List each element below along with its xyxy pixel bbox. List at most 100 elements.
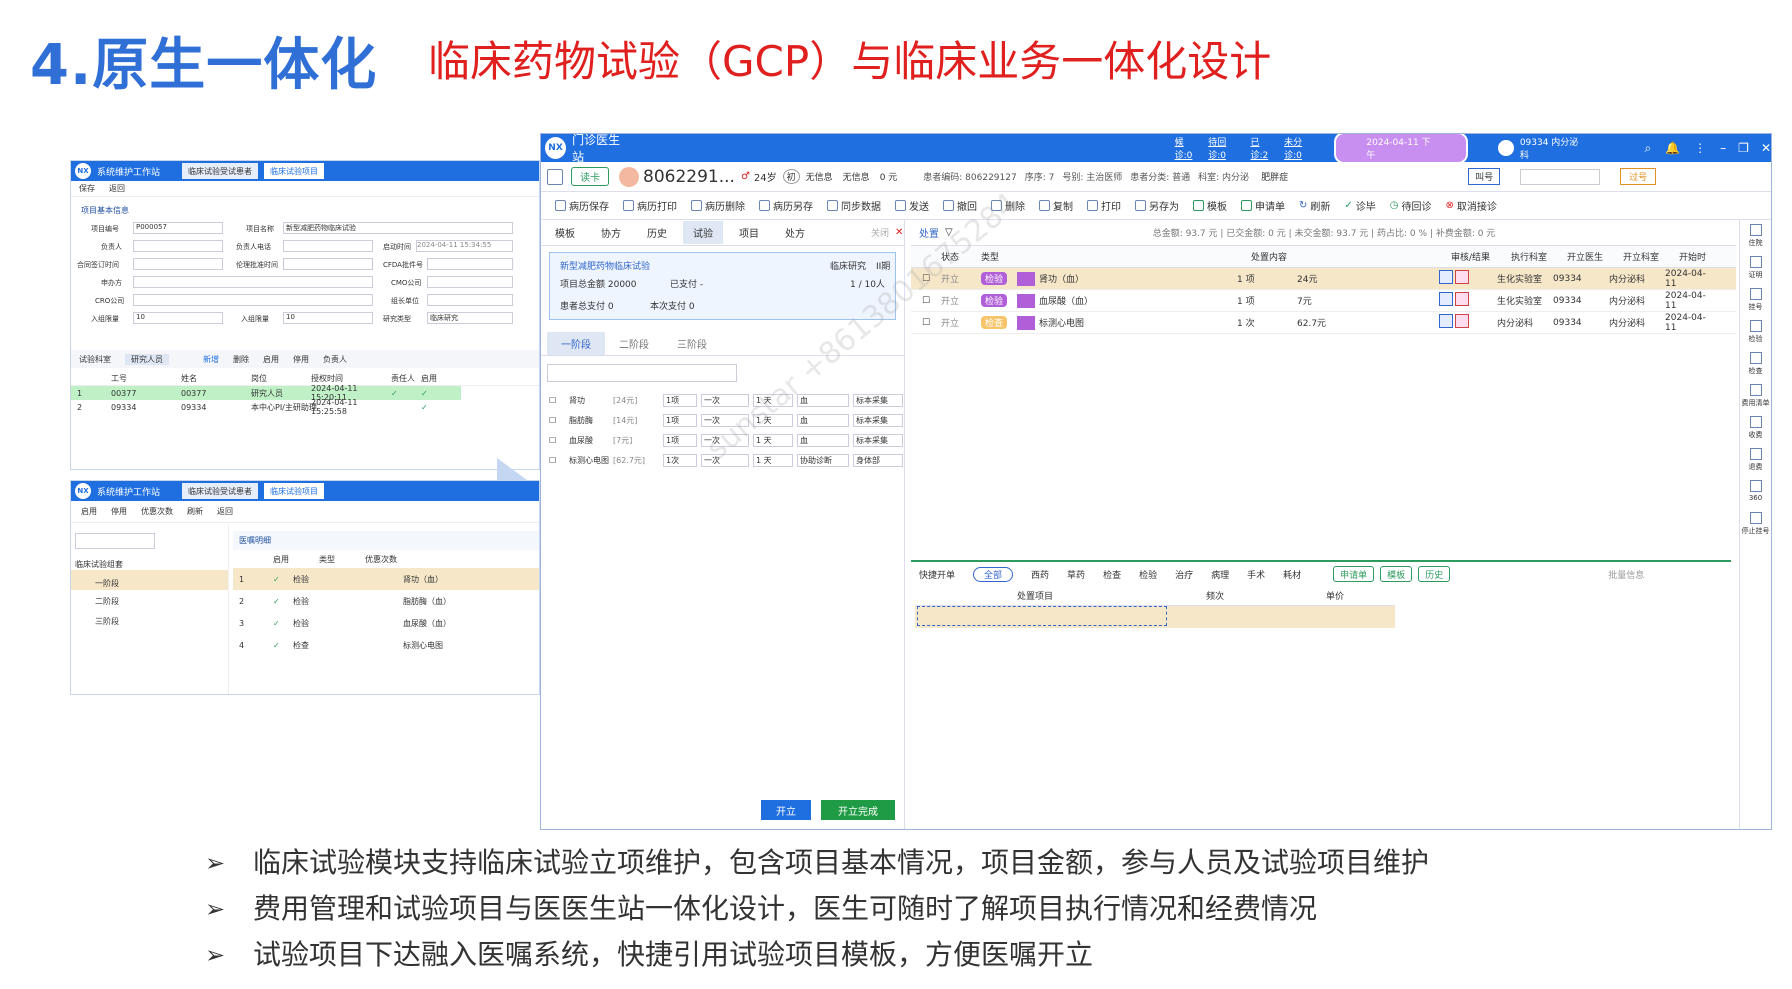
sidebar-item[interactable]: 停止挂号: [1740, 508, 1771, 540]
tab-protocol[interactable]: 协方: [601, 225, 621, 240]
tree-root[interactable]: 临床试验组套: [71, 549, 228, 570]
batch-info[interactable]: 批量信息: [1608, 568, 1644, 581]
item-checkbox[interactable]: ☐: [549, 456, 565, 465]
trial-name[interactable]: 新型减肥药物临床试验: [560, 259, 650, 272]
row-checkbox[interactable]: ☐: [911, 318, 941, 328]
owner-phone-field[interactable]: [283, 240, 373, 252]
saveas-button[interactable]: 另存为: [1135, 198, 1179, 213]
result-icon[interactable]: [1455, 292, 1470, 306]
tab-items[interactable]: 项目: [739, 225, 759, 240]
item-sample[interactable]: 身体部: [853, 453, 903, 467]
stage-tab-1[interactable]: 一阶段: [547, 332, 605, 355]
restore-icon[interactable]: ❐: [1738, 141, 1749, 155]
save-record-button[interactable]: 病历保存: [555, 198, 609, 213]
queue-done[interactable]: 已诊:2: [1250, 135, 1276, 161]
tab-trial-project[interactable]: 临床试验项目: [264, 483, 325, 499]
item-specimen[interactable]: 协助诊断: [797, 453, 849, 467]
save-button[interactable]: 保存: [79, 183, 95, 194]
call-button[interactable]: 叫号: [1468, 168, 1501, 185]
history-chip[interactable]: 历史: [1418, 566, 1451, 582]
back-button[interactable]: 返回: [109, 183, 125, 194]
minimize-icon[interactable]: –: [1720, 141, 1726, 155]
item-checkbox[interactable]: ☐: [549, 416, 565, 425]
stage-search-input[interactable]: [547, 364, 737, 382]
sidebar-item[interactable]: 住院: [1740, 220, 1771, 252]
result-icon[interactable]: [1455, 270, 1470, 284]
audit-icon[interactable]: [1439, 292, 1454, 306]
item-qty[interactable]: 1次: [663, 453, 697, 467]
read-card-button[interactable]: 读卡: [571, 167, 609, 186]
queue-waiting[interactable]: 候诊:0: [1175, 135, 1201, 161]
request-chip[interactable]: 申请单: [1333, 566, 1375, 582]
item-checkbox[interactable]: ☐: [549, 396, 565, 405]
item-specimen[interactable]: 血: [797, 433, 849, 447]
item-specimen[interactable]: 血: [797, 413, 849, 427]
sidebar-item[interactable]: 收费: [1740, 412, 1771, 444]
stage-tab-3[interactable]: 三阶段: [663, 332, 721, 355]
quick-input-row[interactable]: [915, 606, 1395, 628]
more-icon[interactable]: ⋮: [1694, 141, 1706, 155]
tab-trial-dept[interactable]: 试验科室: [79, 354, 111, 365]
tree-item[interactable]: 二阶段: [71, 590, 228, 610]
quick-tab-pathology[interactable]: 病理: [1211, 568, 1229, 581]
copy-button[interactable]: 复制: [1039, 198, 1073, 213]
open-complete-button[interactable]: 开立完成: [821, 800, 895, 820]
tab-history[interactable]: 历史: [647, 225, 667, 240]
disable-button[interactable]: 停用: [111, 506, 127, 517]
discount-button[interactable]: 优惠次数: [141, 506, 173, 517]
print-button[interactable]: 打印: [1087, 198, 1121, 213]
sponsor-field[interactable]: [133, 276, 373, 288]
quick-tab-all[interactable]: 全部: [973, 566, 1014, 582]
sidebar-item[interactable]: 证明: [1740, 252, 1771, 284]
study-type-select[interactable]: 临床研究: [427, 312, 513, 324]
item-qty[interactable]: 1项: [663, 393, 697, 407]
sidebar-item[interactable]: 挂号: [1740, 284, 1771, 316]
tree-item[interactable]: 一阶段: [71, 570, 228, 590]
start-time-field[interactable]: 2024-04-11 15:34:55: [416, 240, 513, 252]
request-button[interactable]: 申请单: [1241, 198, 1285, 213]
sidebar-item[interactable]: 360: [1740, 476, 1771, 508]
quick-order-tab[interactable]: 快捷开单: [919, 568, 955, 581]
stage-tab-2[interactable]: 二阶段: [605, 332, 663, 355]
tab-researchers[interactable]: 研究人员: [125, 353, 169, 365]
sidebar-item[interactable]: 检查: [1740, 348, 1771, 380]
disable-button[interactable]: 停用: [293, 354, 309, 365]
result-icon[interactable]: [1455, 314, 1470, 328]
refresh-button[interactable]: ↻ 刷新: [1299, 198, 1330, 213]
tab-trial[interactable]: 试验: [683, 221, 723, 244]
table-row[interactable]: 2 09334 09334 本中心PI/主研助理 2024-04-11 15:2…: [71, 398, 539, 416]
tree-search-input[interactable]: [75, 533, 155, 549]
tree-item[interactable]: 三阶段: [71, 610, 228, 630]
template-chip[interactable]: 模板: [1380, 566, 1413, 582]
enroll-quota-field[interactable]: 10: [283, 312, 373, 324]
project-name-field[interactable]: 新型减肥药物临床试验: [283, 222, 513, 234]
open-order-button[interactable]: 开立: [761, 800, 811, 820]
stage-item-row[interactable]: ☐ 肾功 [24元] 1项 一次 1 天血标本采集: [541, 390, 904, 410]
close-panel-button[interactable]: 关闭: [871, 226, 889, 239]
bell-icon[interactable]: 🔔: [1665, 141, 1680, 155]
table-row[interactable]: 3 ✓ 检验 血尿酸（血）: [233, 612, 539, 634]
quick-tab-treatment[interactable]: 治疗: [1175, 568, 1193, 581]
tab-template[interactable]: 模板: [555, 225, 575, 240]
quick-tab-herbal[interactable]: 草药: [1067, 568, 1085, 581]
back-button[interactable]: 返回: [217, 506, 233, 517]
table-row[interactable]: 4 ✓ 检查 标测心电图: [233, 634, 539, 656]
contract-time-field[interactable]: [133, 258, 223, 270]
close-icon[interactable]: ✕: [895, 227, 903, 238]
search-icon[interactable]: [547, 168, 563, 185]
return-visit-button[interactable]: ◷ 待回诊: [1390, 198, 1432, 213]
skip-button[interactable]: 过号: [1620, 168, 1657, 185]
tab-prescription[interactable]: 处方: [785, 225, 805, 240]
date-indicator[interactable]: 2024-04-11 下午: [1334, 134, 1469, 164]
add-button[interactable]: 新增: [203, 354, 219, 365]
order-row[interactable]: ☐ 开立 检查 标测心电图 1 次 62.7元 内分泌科 09334 内分泌科 2024-04-1…: [911, 312, 1736, 334]
print-record-button[interactable]: 病历打印: [623, 198, 677, 213]
item-days[interactable]: 1 天: [753, 453, 793, 467]
tab-trial-patients[interactable]: 临床试验受试患者: [182, 483, 259, 499]
queue-input[interactable]: [1520, 168, 1601, 185]
enable-button[interactable]: 启用: [263, 354, 279, 365]
lead-unit-field[interactable]: [427, 294, 513, 306]
quick-tab-material[interactable]: 耗材: [1283, 568, 1301, 581]
item-sample[interactable]: 标本采集: [853, 433, 903, 447]
sidebar-item[interactable]: 费用清单: [1740, 380, 1771, 412]
